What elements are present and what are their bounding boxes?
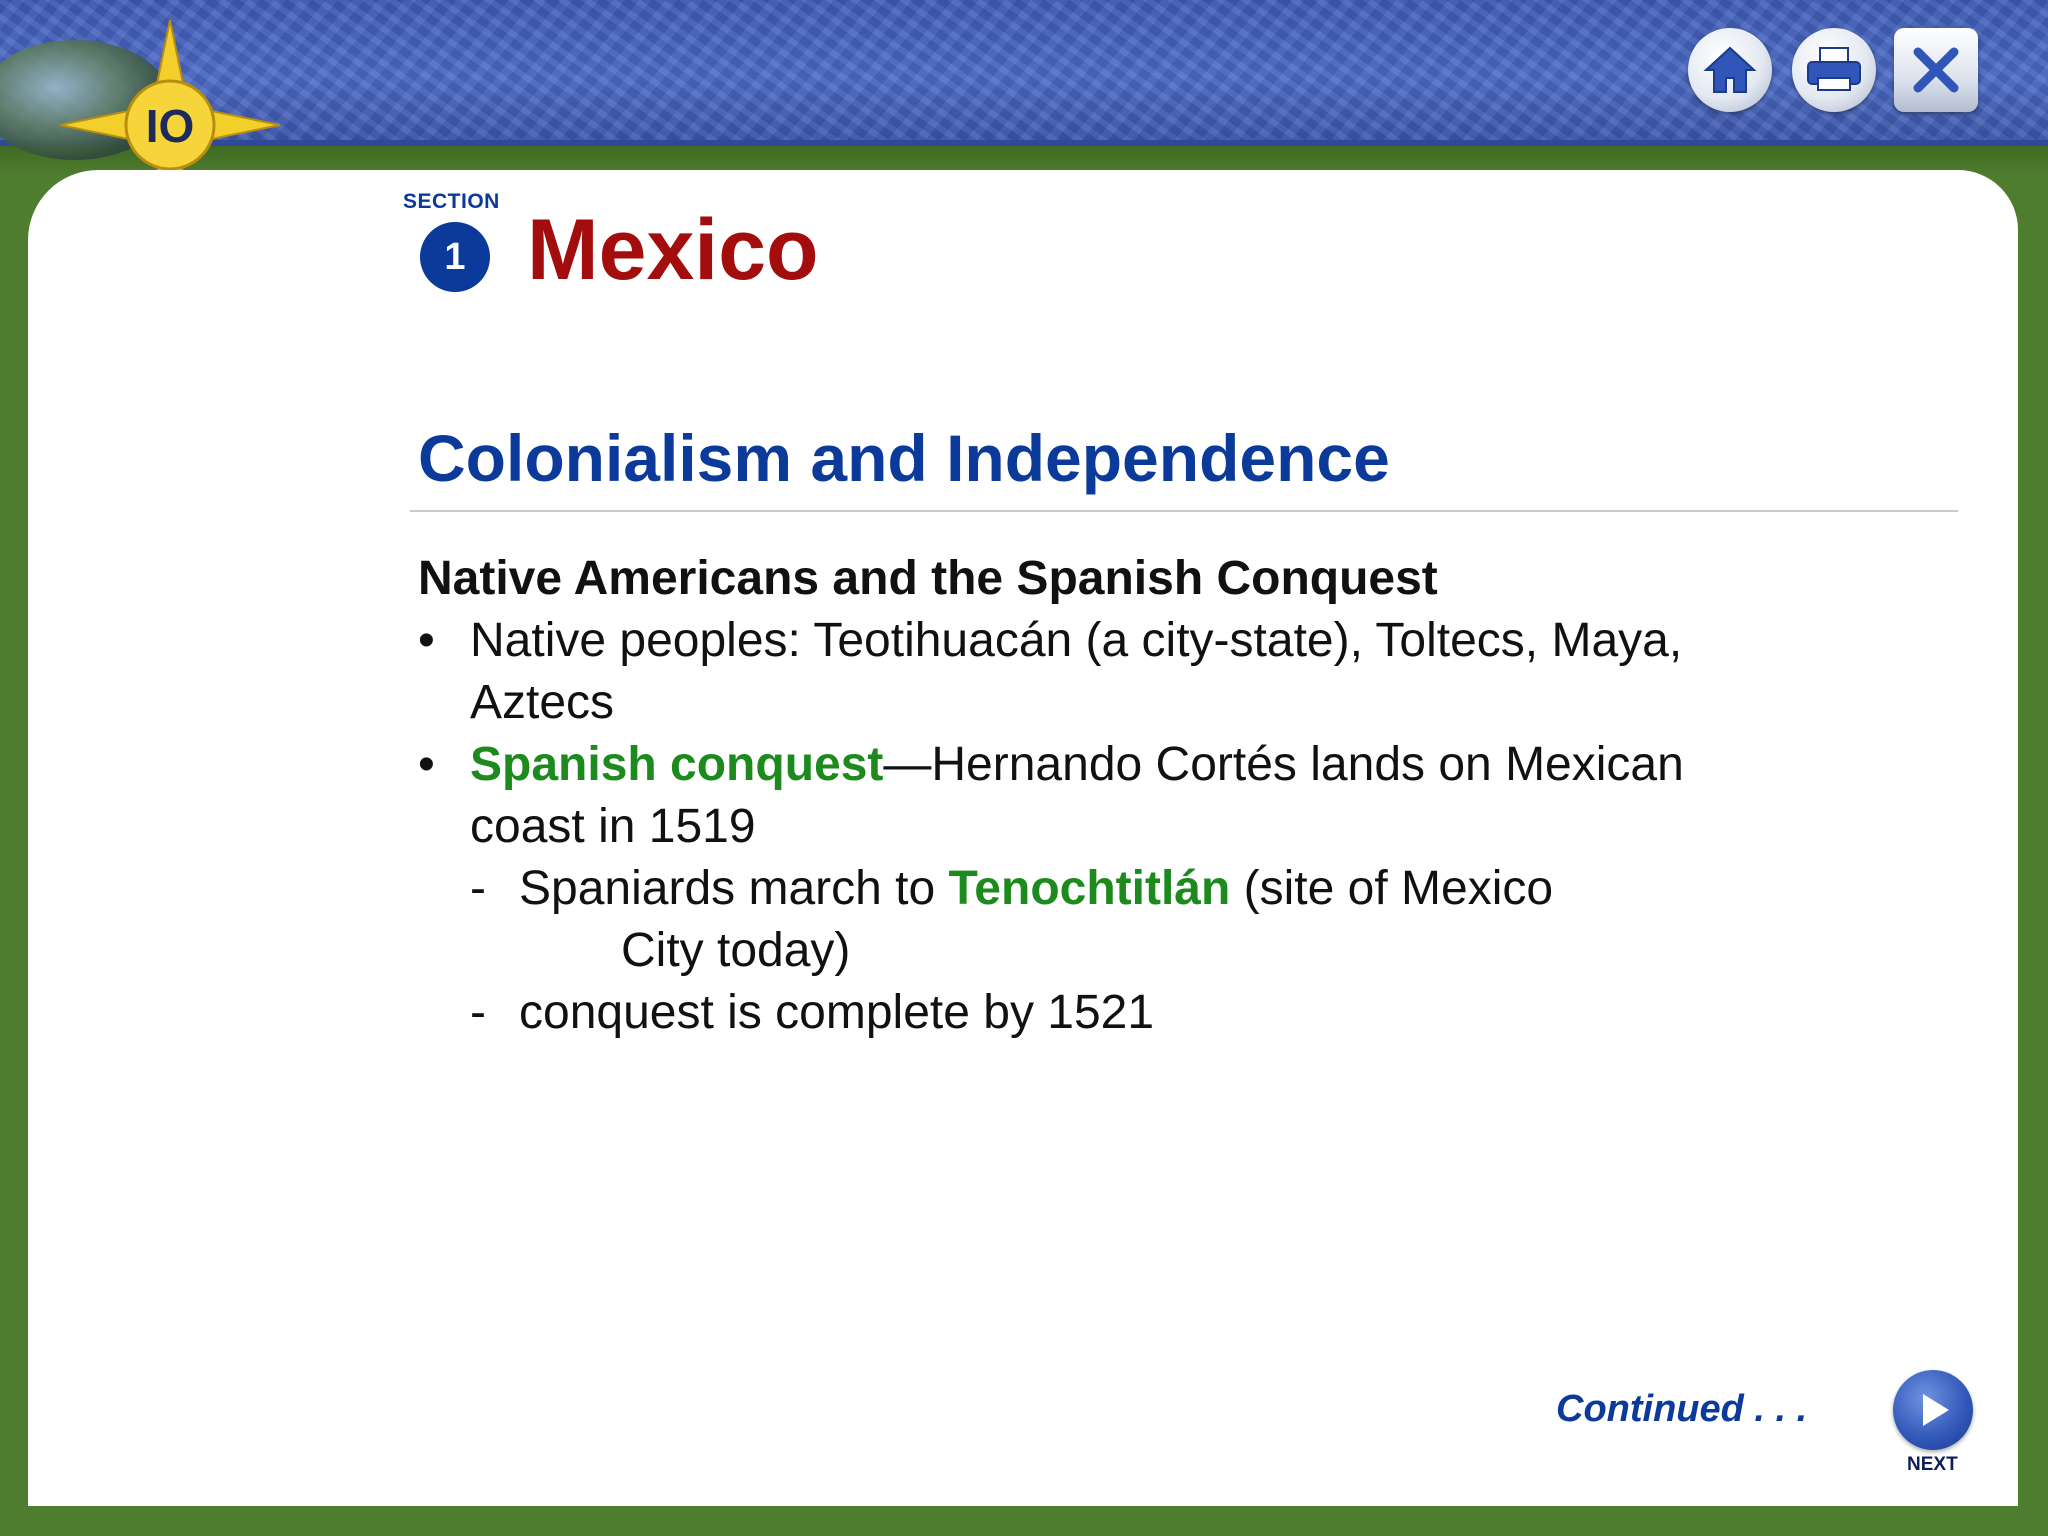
next-label: NEXT xyxy=(1907,1454,1958,1475)
page-title: Mexico xyxy=(527,202,819,298)
sub-bullet-continuation: City today) xyxy=(621,924,851,977)
close-button[interactable] xyxy=(1894,28,1978,112)
bullet-item: • Native peoples: Teotihuacán (a city-st… xyxy=(418,610,1718,734)
slide-heading: Colonialism and Independence xyxy=(418,421,1390,495)
slide-subheading: Native Americans and the Spanish Conques… xyxy=(418,552,1438,605)
key-term: Spanish conquest xyxy=(470,738,884,791)
printer-icon xyxy=(1807,47,1861,91)
dash-mark: - xyxy=(470,862,486,915)
dash-mark: - xyxy=(470,986,486,1039)
sub-bullet-text: (site of Mexico xyxy=(1230,862,1554,915)
section-number-badge: 1 xyxy=(420,222,490,292)
heading-divider xyxy=(410,510,1958,512)
close-icon xyxy=(1913,47,1959,93)
slide-content: Native Americans and the Spanish Conques… xyxy=(418,548,1718,1044)
bullet-mark: • xyxy=(418,738,435,791)
next-button[interactable] xyxy=(1893,1370,1973,1450)
play-arrow-icon xyxy=(1923,1394,1949,1426)
sub-bullet-item: - conquest is complete by 1521 xyxy=(418,982,1718,1044)
home-icon xyxy=(1703,46,1757,93)
bullet-item: • Spanish conquest—Hernando Cortés lands… xyxy=(418,734,1718,858)
print-button[interactable] xyxy=(1792,28,1876,112)
bullet-text: Native peoples: Teotihuacán (a city-stat… xyxy=(470,614,1683,729)
logo-text: IO xyxy=(146,100,195,152)
sub-bullet-item: - Spaniards march to Tenochtitlán (site … xyxy=(418,858,1718,982)
sub-bullet-text: Spaniards march to xyxy=(519,862,949,915)
bullet-mark: • xyxy=(418,614,435,667)
key-term: Tenochtitlán xyxy=(948,862,1231,915)
sub-bullet-text: conquest is complete by 1521 xyxy=(519,986,1155,1039)
section-label: SECTION xyxy=(403,190,500,213)
continued-label: Continued . . . xyxy=(1556,1388,1808,1430)
home-button[interactable] xyxy=(1688,28,1772,112)
